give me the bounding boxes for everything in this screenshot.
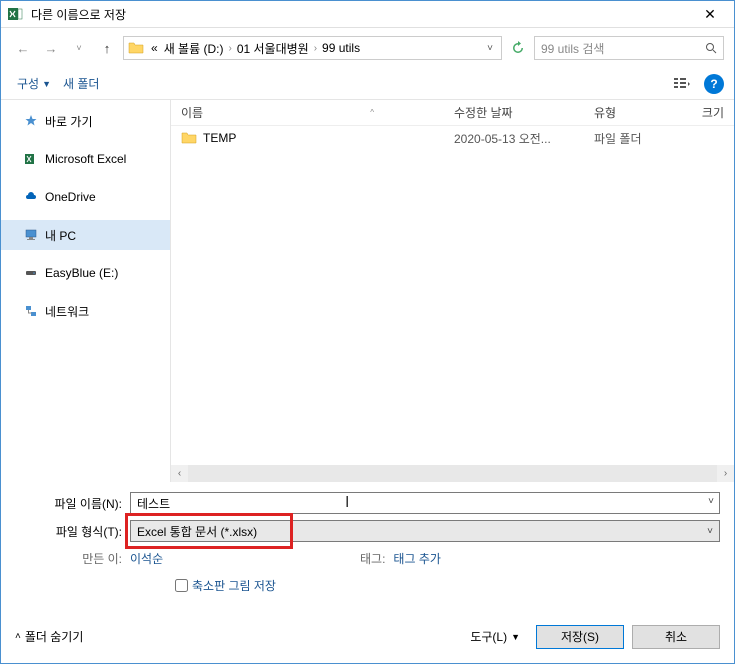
sidebar-item-onedrive[interactable]: OneDrive [1, 182, 170, 212]
chevron-right-icon: › [312, 43, 319, 54]
star-icon [23, 113, 39, 129]
thumbnail-checkbox[interactable] [175, 579, 188, 592]
file-list-header: 이름 ^ 수정한 날짜 유형 크기 [171, 100, 734, 126]
file-list[interactable]: TEMP 2020-05-13 오전... 파일 폴더 [171, 126, 734, 465]
sidebar-item-easyblue[interactable]: EasyBlue (E:) [1, 258, 170, 288]
main-area: 바로 가기 Microsoft Excel OneDrive 내 PC Easy… [1, 100, 734, 482]
scroll-right-icon[interactable]: › [717, 465, 734, 482]
breadcrumb-part-1[interactable]: 01 서울대병원 [234, 40, 312, 57]
button-bar: ˄ 폴더 숨기기 도구(L) ▼ 저장(S) 취소 [1, 614, 734, 663]
navigation-bar: ← → ˅ ↑ « 새 볼륨 (D:) › 01 서울대병원 › 99 util… [1, 28, 734, 68]
chevron-down-icon: ▼ [42, 79, 51, 89]
filename-label: 파일 이름(N): [15, 495, 130, 512]
cloud-icon [23, 189, 39, 205]
chevron-down-icon: ˅ [707, 526, 713, 537]
refresh-button[interactable] [506, 36, 530, 60]
new-folder-button[interactable]: 새 폴더 [57, 75, 105, 92]
tag-label: 태그: [360, 550, 393, 567]
sidebar-item-quick-access[interactable]: 바로 가기 [1, 106, 170, 136]
save-as-dialog: 다른 이름으로 저장 ✕ ← → ˅ ↑ « 새 볼륨 (D:) › 01 서울… [0, 0, 735, 664]
sidebar-item-pc[interactable]: 내 PC [1, 220, 170, 250]
breadcrumb-part-2[interactable]: 99 utils [319, 41, 363, 55]
excel-icon [23, 151, 39, 167]
sidebar-label: EasyBlue (E:) [45, 266, 118, 280]
titlebar: 다른 이름으로 저장 ✕ [1, 1, 734, 28]
dialog-title: 다른 이름으로 저장 [31, 6, 692, 23]
back-button[interactable]: ← [11, 36, 35, 60]
hide-folders-button[interactable]: ˄ 폴더 숨기기 [15, 628, 83, 645]
search-icon [705, 42, 717, 54]
drive-icon [23, 265, 39, 281]
file-name: TEMP [203, 131, 236, 145]
toolbar: 구성 ▼ 새 폴더 ? [1, 68, 734, 100]
sidebar-label: OneDrive [45, 190, 96, 204]
column-type[interactable]: 유형 [584, 104, 684, 121]
save-form: 파일 이름(N): I ˅ 파일 형식(T): Excel 통합 문서 (*.x… [1, 482, 734, 614]
search-input[interactable]: 99 utils 검색 [534, 36, 724, 60]
view-options-button[interactable] [668, 73, 696, 95]
sidebar-item-network[interactable]: 네트워크 [1, 296, 170, 326]
chevron-down-icon[interactable]: ˅ [708, 496, 714, 507]
file-type: 파일 폴더 [584, 130, 684, 147]
column-date[interactable]: 수정한 날짜 [444, 104, 584, 121]
filename-input[interactable] [130, 492, 720, 514]
organize-button[interactable]: 구성 ▼ [11, 75, 57, 92]
chevron-down-icon: ▼ [511, 632, 520, 642]
search-placeholder: 99 utils 검색 [541, 40, 604, 57]
horizontal-scrollbar[interactable]: ‹ › [171, 465, 734, 482]
tag-value[interactable]: 태그 추가 [393, 550, 441, 567]
pc-icon [23, 227, 39, 243]
forward-button[interactable]: → [39, 36, 63, 60]
help-button[interactable]: ? [704, 74, 724, 94]
filetype-label: 파일 형식(T): [15, 523, 130, 540]
save-button[interactable]: 저장(S) [536, 625, 624, 649]
sidebar-label: 네트워크 [45, 303, 89, 320]
cancel-button[interactable]: 취소 [632, 625, 720, 649]
author-label: 만든 이: [15, 550, 130, 567]
breadcrumb-bar[interactable]: « 새 볼륨 (D:) › 01 서울대병원 › 99 utils ˅ [123, 36, 502, 60]
breadcrumb-part-0[interactable]: 새 볼륨 (D:) [161, 40, 227, 57]
network-icon [23, 303, 39, 319]
scroll-left-icon[interactable]: ‹ [171, 465, 188, 482]
file-date: 2020-05-13 오전... [444, 130, 584, 147]
folder-icon [181, 130, 197, 146]
file-area: 이름 ^ 수정한 날짜 유형 크기 TEMP 2020-05-13 오전... [171, 100, 734, 482]
author-value[interactable]: 이석순 [130, 550, 360, 567]
sidebar-label: 내 PC [45, 227, 76, 244]
filetype-value: Excel 통합 문서 (*.xlsx) [137, 523, 257, 540]
up-button[interactable]: ↑ [95, 36, 119, 60]
file-row[interactable]: TEMP 2020-05-13 오전... 파일 폴더 [171, 126, 734, 150]
folder-icon [128, 40, 144, 56]
thumbnail-label[interactable]: 축소판 그림 저장 [192, 577, 276, 594]
sidebar: 바로 가기 Microsoft Excel OneDrive 내 PC Easy… [1, 100, 171, 482]
column-size[interactable]: 크기 [684, 104, 734, 121]
breadcrumb-dropdown[interactable]: ˅ [483, 43, 497, 54]
breadcrumb-prefix[interactable]: « [148, 41, 161, 55]
recent-dropdown[interactable]: ˅ [67, 36, 91, 60]
tools-button[interactable]: 도구(L) ▼ [462, 624, 528, 649]
close-button[interactable]: ✕ [692, 1, 728, 27]
excel-icon [7, 6, 23, 22]
column-name[interactable]: 이름 ^ [171, 104, 444, 121]
chevron-up-icon: ˄ [15, 631, 21, 642]
sidebar-item-excel[interactable]: Microsoft Excel [1, 144, 170, 174]
filetype-dropdown[interactable]: Excel 통합 문서 (*.xlsx) ˅ [130, 520, 720, 542]
sort-indicator-icon: ^ [370, 108, 374, 117]
sidebar-label: Microsoft Excel [45, 152, 126, 166]
chevron-right-icon: › [226, 43, 233, 54]
sidebar-label: 바로 가기 [45, 113, 93, 130]
